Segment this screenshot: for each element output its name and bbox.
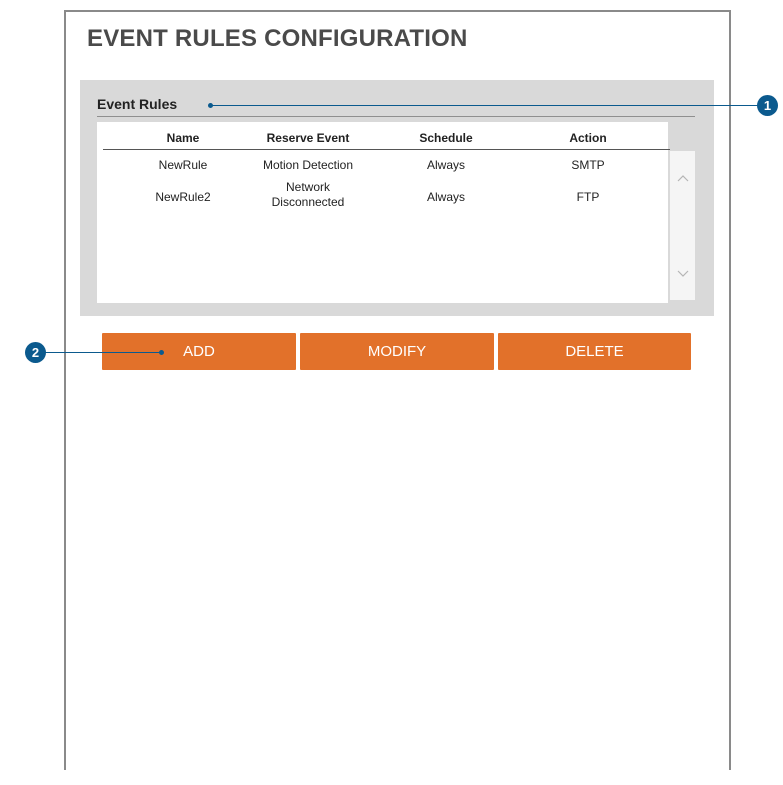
column-header-reserve-event[interactable]: Reserve Event xyxy=(248,131,368,145)
column-headers: Name Reserve Event Schedule Action xyxy=(103,131,670,145)
cell-schedule: Always xyxy=(426,190,465,204)
column-header-action[interactable]: Action xyxy=(533,131,643,145)
cell-name: NewRule xyxy=(158,158,208,172)
cell-action: SMTP xyxy=(571,158,605,172)
cell-reserve-event-line1: Network xyxy=(285,180,330,194)
callout-badge-2: 2 xyxy=(25,342,46,363)
section-divider xyxy=(97,116,695,117)
callout-1-line xyxy=(212,105,759,106)
section-title: Event Rules xyxy=(97,96,178,112)
chevron-up-icon[interactable] xyxy=(670,169,695,185)
callout-2-line xyxy=(44,352,162,353)
table-row[interactable]: NewRule2 Network Disconnected Always FTP xyxy=(103,180,670,212)
cell-schedule: Always xyxy=(426,158,465,172)
cell-action: FTP xyxy=(576,190,600,204)
list-scrollbar[interactable] xyxy=(670,151,695,300)
chevron-down-icon[interactable] xyxy=(670,265,695,281)
callout-badge-1: 1 xyxy=(757,95,778,116)
cell-reserve-event: Motion Detection xyxy=(262,158,354,172)
callout-2-anchor xyxy=(159,350,164,355)
column-header-name[interactable]: Name xyxy=(133,131,233,145)
delete-button[interactable]: DELETE xyxy=(498,333,691,370)
page-title: EVENT RULES CONFIGURATION xyxy=(87,25,468,52)
modify-button[interactable]: MODIFY xyxy=(300,333,494,370)
header-divider xyxy=(103,149,670,150)
table-row[interactable]: NewRule Motion Detection Always SMTP xyxy=(103,158,670,172)
cell-name: NewRule2 xyxy=(155,190,211,204)
cell-reserve-event-line2: Disconnected xyxy=(271,195,345,209)
column-header-schedule[interactable]: Schedule xyxy=(391,131,501,145)
